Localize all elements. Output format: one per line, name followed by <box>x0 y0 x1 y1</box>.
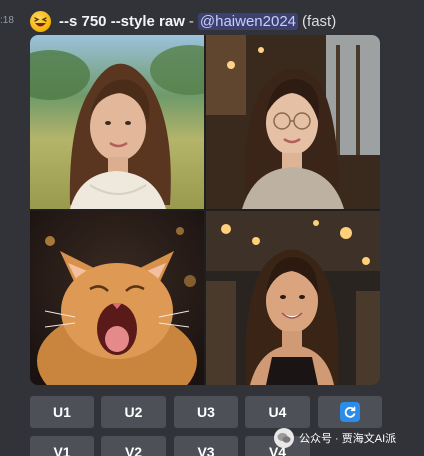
v2-button[interactable]: V2 <box>101 436 166 456</box>
button-label: V2 <box>124 444 143 456</box>
message-timestamp: :18 <box>0 15 14 26</box>
button-label: U1 <box>53 404 71 420</box>
u3-button[interactable]: U3 <box>174 396 238 428</box>
v1-button[interactable]: V1 <box>30 436 94 456</box>
image-tile-3[interactable] <box>30 211 204 385</box>
laughing-face-icon <box>30 10 51 32</box>
v3-button[interactable]: V3 <box>174 436 238 456</box>
user-mention[interactable]: @haiwen2024 <box>197 12 299 30</box>
bot-message: :18 --s 750 --style raw - @haiwen2024 (f… <box>0 0 424 456</box>
watermark: 公众号 · 贾海文AI派 <box>274 425 396 451</box>
button-label: U2 <box>124 404 143 420</box>
button-label: U4 <box>268 404 287 420</box>
speed-label: (fast) <box>302 12 337 30</box>
prompt-text: --s 750 --style raw <box>59 12 185 30</box>
button-label: V3 <box>197 444 215 456</box>
u2-button[interactable]: U2 <box>101 396 166 428</box>
button-label: U3 <box>197 404 215 420</box>
separator-text: - <box>188 12 194 30</box>
refresh-icon <box>340 402 360 422</box>
wechat-icon <box>274 428 294 448</box>
image-tile-2[interactable] <box>206 35 380 209</box>
message-header: --s 750 --style raw - @haiwen2024 (fast) <box>30 9 336 33</box>
watermark-text: 公众号 · 贾海文AI派 <box>299 433 397 445</box>
u1-button[interactable]: U1 <box>30 396 94 428</box>
button-label: V1 <box>53 444 71 456</box>
image-tile-4[interactable] <box>206 211 380 385</box>
image-grid[interactable] <box>30 35 380 385</box>
image-tile-1[interactable] <box>30 35 204 209</box>
u4-button[interactable]: U4 <box>245 396 310 428</box>
reroll-button[interactable] <box>318 396 382 428</box>
